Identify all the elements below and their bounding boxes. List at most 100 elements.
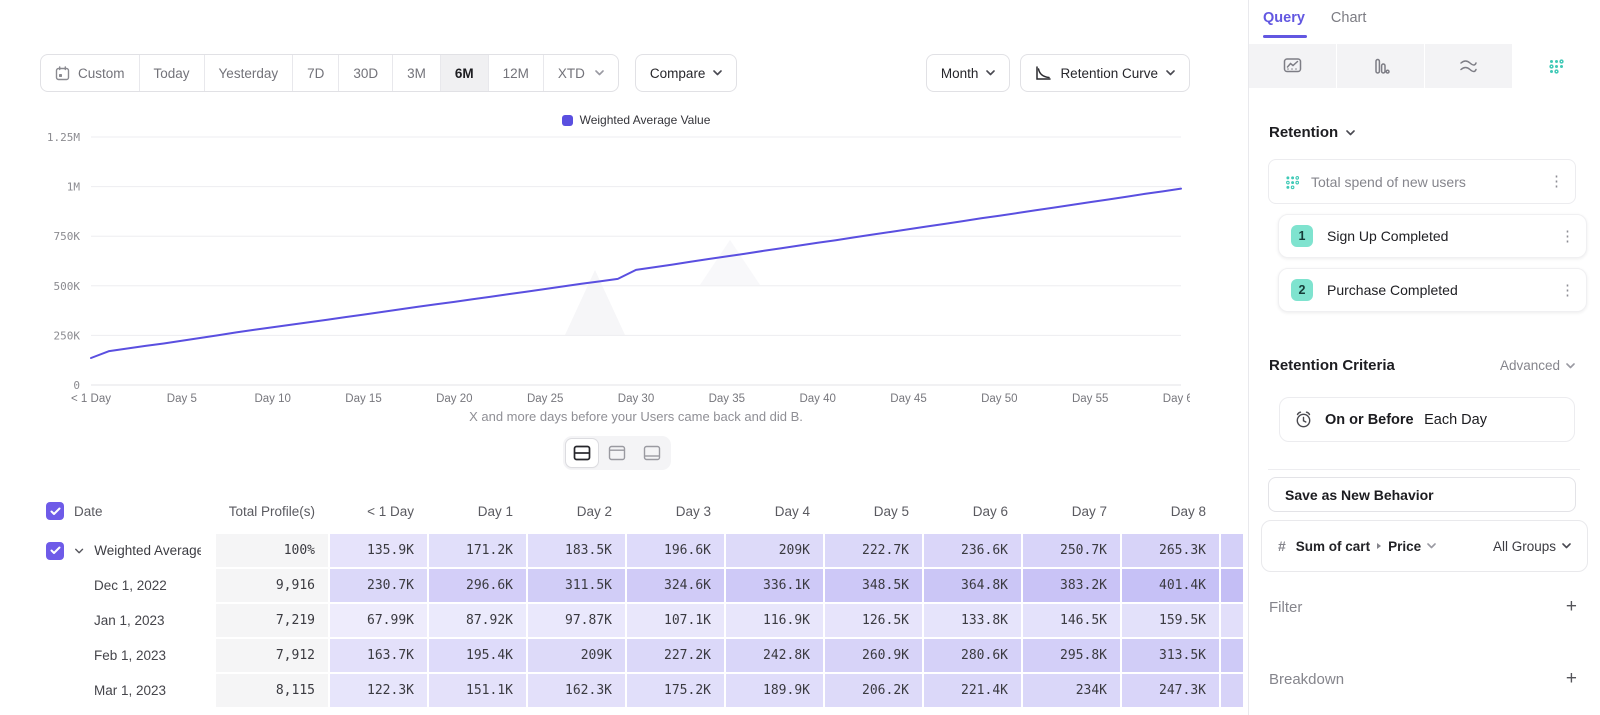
criteria-condition-card[interactable]: On or Before Each Day — [1279, 397, 1575, 442]
chart-type-button[interactable]: Retention Curve — [1020, 54, 1190, 92]
chart-legend[interactable]: Weighted Average Value — [91, 113, 1181, 127]
add-filter-button[interactable]: + — [1566, 596, 1577, 618]
save-as-new-behavior-button[interactable]: Save as New Behavior — [1268, 477, 1576, 512]
column-header[interactable]: Day 4 — [726, 490, 825, 534]
column-header[interactable]: Day 6 — [924, 490, 1023, 534]
column-header[interactable]: Day 8 — [1122, 490, 1221, 534]
retention-value-cell-partial[interactable] — [1221, 674, 1245, 709]
retention-value-cell[interactable]: 348.5K — [825, 569, 924, 604]
retention-value-cell[interactable]: 171.2K — [429, 534, 528, 569]
advanced-dropdown[interactable]: Advanced — [1500, 358, 1575, 373]
retention-value-cell[interactable]: 247.3K — [1122, 674, 1221, 709]
retention-value-cell[interactable]: 236.6K — [924, 534, 1023, 569]
retention-value-cell[interactable]: 195.4K — [429, 639, 528, 674]
retention-value-cell[interactable]: 151.1K — [429, 674, 528, 709]
range-custom[interactable]: Custom — [41, 55, 139, 91]
retention-value-cell[interactable]: 383.2K — [1023, 569, 1122, 604]
layout-chart-toggle[interactable] — [601, 439, 633, 467]
retention-value-cell[interactable]: 206.2K — [825, 674, 924, 709]
range-today[interactable]: Today — [139, 55, 204, 91]
column-header[interactable]: Total Profile(s) — [216, 490, 330, 534]
column-header[interactable]: Day 3 — [627, 490, 726, 534]
retention-value-cell-partial[interactable] — [1221, 639, 1245, 674]
row-label-cell[interactable]: Dec 1, 2022 — [40, 569, 216, 604]
all-groups-dropdown[interactable]: All Groups — [1493, 539, 1571, 554]
add-breakdown-button[interactable]: + — [1566, 668, 1577, 690]
retention-value-cell[interactable]: 324.6K — [627, 569, 726, 604]
retention-value-cell[interactable]: 209K — [726, 534, 825, 569]
retention-value-cell[interactable]: 280.6K — [924, 639, 1023, 674]
retention-value-cell[interactable]: 159.5K — [1122, 604, 1221, 639]
compare-button[interactable]: Compare — [635, 54, 738, 92]
chevron-down-icon[interactable] — [74, 547, 84, 555]
tab-retention[interactable] — [1513, 44, 1600, 88]
total-profiles-cell[interactable]: 8,115 — [216, 674, 330, 709]
retention-value-cell[interactable]: 122.3K — [330, 674, 429, 709]
tab-chart[interactable]: Chart — [1331, 10, 1366, 38]
layout-split-toggle[interactable] — [566, 439, 598, 467]
kebab-menu-icon[interactable]: ⋮ — [1560, 283, 1574, 298]
retention-value-cell[interactable]: 227.2K — [627, 639, 726, 674]
column-header[interactable]: Day 5 — [825, 490, 924, 534]
tab-insights[interactable] — [1249, 44, 1337, 88]
retention-value-cell[interactable]: 260.9K — [825, 639, 924, 674]
retention-value-cell[interactable]: 295.8K — [1023, 639, 1122, 674]
column-header[interactable]: Day 2 — [528, 490, 627, 534]
retention-value-cell[interactable]: 107.1K — [627, 604, 726, 639]
retention-value-cell[interactable]: 234K — [1023, 674, 1122, 709]
kebab-menu-icon[interactable]: ⋮ — [1560, 229, 1574, 244]
column-header[interactable]: Day 7 — [1023, 490, 1122, 534]
retention-value-cell[interactable]: 116.9K — [726, 604, 825, 639]
retention-value-cell[interactable]: 265.3K — [1122, 534, 1221, 569]
kebab-menu-icon[interactable]: ⋮ — [1549, 174, 1563, 189]
row-label-cell[interactable]: Jan 1, 2023 — [40, 604, 216, 639]
retention-value-cell[interactable]: 311.5K — [528, 569, 627, 604]
range-12m[interactable]: 12M — [488, 55, 543, 91]
row-checkbox[interactable] — [46, 502, 64, 520]
row-label-cell[interactable]: Feb 1, 2023 — [40, 639, 216, 674]
behavior-card[interactable]: Total spend of new users ⋮ — [1268, 159, 1576, 204]
row-checkbox[interactable] — [46, 542, 64, 560]
step-row-purchase[interactable]: 2 Purchase Completed ⋮ — [1278, 268, 1587, 312]
retention-value-cell[interactable]: 401.4K — [1122, 569, 1221, 604]
granularity-button[interactable]: Month — [926, 54, 1011, 92]
total-profiles-cell[interactable]: 100% — [216, 534, 330, 569]
total-profiles-cell[interactable]: 9,916 — [216, 569, 330, 604]
retention-value-cell-partial[interactable] — [1221, 604, 1245, 639]
retention-value-cell[interactable]: 221.4K — [924, 674, 1023, 709]
retention-value-cell[interactable]: 126.5K — [825, 604, 924, 639]
retention-value-cell[interactable]: 162.3K — [528, 674, 627, 709]
range-xtd[interactable]: XTD — [543, 55, 618, 91]
range-3m[interactable]: 3M — [392, 55, 440, 91]
retention-value-cell-partial[interactable] — [1221, 569, 1245, 604]
retention-value-cell[interactable]: 135.9K — [330, 534, 429, 569]
property-dropdown[interactable]: Sum of cart Price — [1296, 539, 1483, 554]
total-profiles-cell[interactable]: 7,912 — [216, 639, 330, 674]
retention-value-cell[interactable]: 175.2K — [627, 674, 726, 709]
retention-value-cell[interactable]: 183.5K — [528, 534, 627, 569]
range-30d[interactable]: 30D — [338, 55, 392, 91]
retention-value-cell[interactable]: 146.5K — [1023, 604, 1122, 639]
retention-value-cell[interactable]: 250.7K — [1023, 534, 1122, 569]
layout-table-toggle[interactable] — [636, 439, 668, 467]
step-row-sign-up[interactable]: 1 Sign Up Completed ⋮ — [1278, 214, 1587, 258]
retention-value-cell[interactable]: 163.7K — [330, 639, 429, 674]
tab-query[interactable]: Query — [1263, 10, 1305, 38]
retention-section-header[interactable]: Retention — [1269, 124, 1355, 141]
retention-value-cell-partial[interactable] — [1221, 534, 1245, 569]
retention-value-cell[interactable]: 364.8K — [924, 569, 1023, 604]
range-7d[interactable]: 7D — [292, 55, 338, 91]
retention-value-cell[interactable]: 222.7K — [825, 534, 924, 569]
retention-value-cell[interactable]: 313.5K — [1122, 639, 1221, 674]
range-yesterday[interactable]: Yesterday — [204, 55, 293, 91]
retention-value-cell[interactable]: 242.8K — [726, 639, 825, 674]
retention-value-cell[interactable]: 133.8K — [924, 604, 1023, 639]
retention-value-cell[interactable]: 87.92K — [429, 604, 528, 639]
retention-value-cell[interactable]: 296.6K — [429, 569, 528, 604]
column-header[interactable]: Day 1 — [429, 490, 528, 534]
retention-value-cell[interactable]: 189.9K — [726, 674, 825, 709]
range-6m[interactable]: 6M — [440, 55, 488, 91]
total-profiles-cell[interactable]: 7,219 — [216, 604, 330, 639]
tab-flows[interactable] — [1425, 44, 1513, 88]
retention-value-cell[interactable]: 230.7K — [330, 569, 429, 604]
